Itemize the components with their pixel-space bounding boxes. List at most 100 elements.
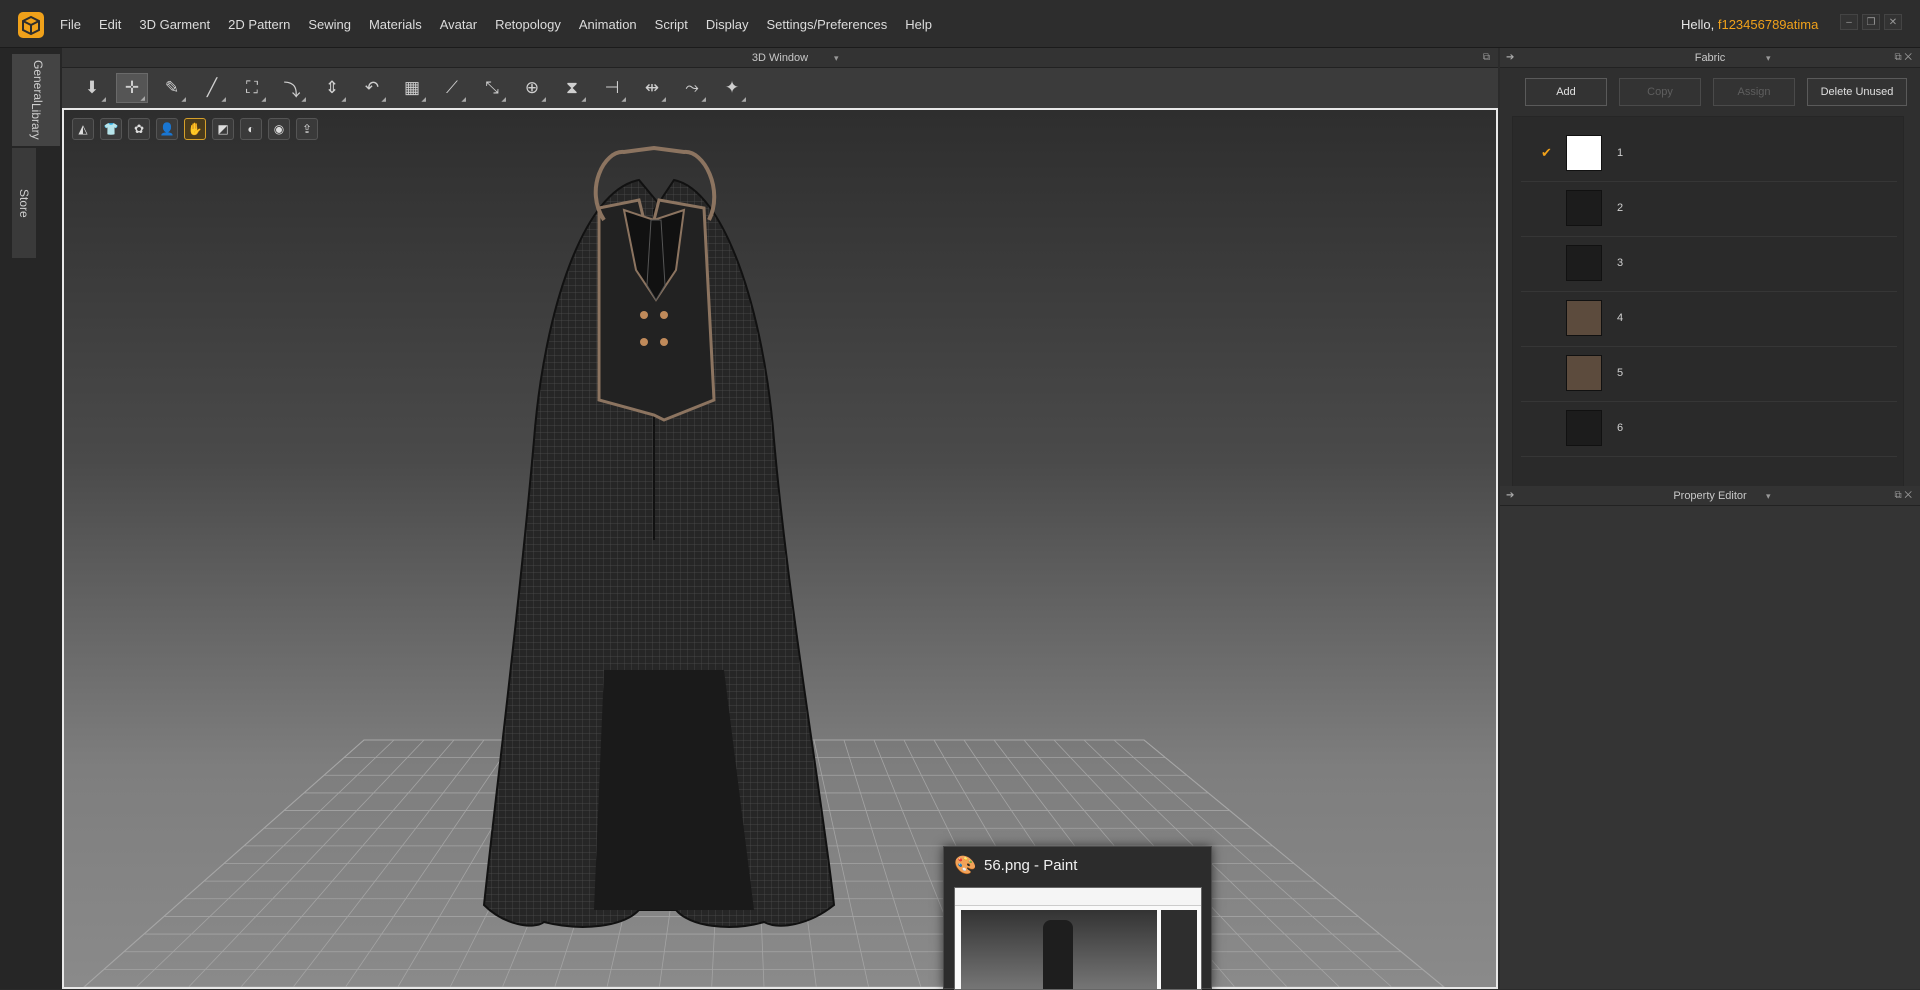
walk-icon[interactable]: ✦ ◢	[716, 73, 748, 103]
close-icon[interactable]: ✕	[1884, 14, 1902, 30]
hand-icon[interactable]: ✋	[184, 118, 206, 140]
fabric-label: 1	[1617, 147, 1624, 159]
fold-icon[interactable]: ↶ ◢	[356, 73, 388, 103]
select-move-icon[interactable]: ✛ ◢	[116, 73, 148, 103]
left-sidebar: General Library Store	[0, 48, 62, 989]
fabric-label: 4	[1617, 312, 1624, 324]
avatar-measure-icon[interactable]: ⇕ ◢	[316, 73, 348, 103]
restore-icon[interactable]: ❐	[1862, 14, 1880, 30]
toolbar-3d: ⬇ ◢ ✛ ◢ ✎ ◢ ╱ ◢ ⛶ ◢ ⤵ ◢ ⇕ ◢ ↶ ◢ ▦ ◢ ⟋ ◢ ⤡ ◢ ⊕ ◢ ⧗ ◢ ⊣ ◢ ⇹ ◢ ⤳ ◢ ✦ ◢	[62, 68, 1498, 108]
garment-vest[interactable]	[593, 145, 717, 422]
garment-show-icon[interactable]: 👕	[100, 118, 122, 140]
garment-fit-icon[interactable]: ⛶ ◢	[236, 73, 268, 103]
menubar: File Edit 3D Garment 2D Pattern Sewing Materi…	[0, 0, 1920, 48]
fabric-label: 3	[1617, 257, 1624, 269]
pin-icon[interactable]: ➔	[1506, 48, 1514, 68]
menu-item-2d-pattern[interactable]: 2D Pattern	[228, 17, 290, 32]
measure-icon[interactable]: ╱ ◢	[196, 73, 228, 103]
tab-library-general[interactable]: General Library	[12, 54, 60, 146]
menu-item-script[interactable]: Script	[655, 17, 688, 32]
property-editor-title: Property Editor	[1673, 490, 1747, 502]
menu-item-materials[interactable]: Materials	[369, 17, 422, 32]
menu-item-animation[interactable]: Animation	[579, 17, 637, 32]
minimize-icon[interactable]: –	[1840, 14, 1858, 30]
fabric-item-2[interactable]: 2	[1521, 182, 1897, 237]
menu-item-file[interactable]: File	[60, 17, 81, 32]
fabric-dropdown-icon[interactable]: ▾	[1766, 48, 1771, 68]
button-icon[interactable]: ⇹ ◢	[636, 73, 668, 103]
property-editor-close-icon[interactable]: ⧉ ✕	[1894, 486, 1912, 506]
texture-toggle-icon[interactable]: ◭	[72, 118, 94, 140]
menu-item-settings-preferences[interactable]: Settings/Preferences	[767, 17, 888, 32]
viewport-toolbar: ◭ 👕 ✿ 👤 ✋ ◩ ◐ ◉ ⇪	[72, 118, 318, 140]
lay-out-icon[interactable]: ⤳ ◢	[676, 73, 708, 103]
sewing-icon[interactable]: ⟋ ◢	[436, 73, 468, 103]
property-editor-body	[1500, 506, 1920, 989]
fabric-item-6[interactable]: 6	[1521, 402, 1897, 457]
fabric-panel-close-icon[interactable]: ⧉ ✕	[1894, 48, 1912, 68]
tab-library[interactable]: Library	[29, 103, 43, 140]
fabric-swatch[interactable]	[1566, 135, 1602, 171]
paint-icon: 🎨	[954, 855, 977, 875]
viewport-3d[interactable]: ◭ 👕 ✿ 👤 ✋ ◩ ◐ ◉ ⇪	[62, 108, 1498, 989]
fabric-list: ✔ 1 2 3 4 5 6	[1512, 116, 1904, 520]
pin-icon[interactable]: ➔	[1506, 486, 1514, 506]
export-icon[interactable]: ⇪	[296, 118, 318, 140]
window-controls: – ❐ ✕	[1840, 14, 1902, 30]
copy-button[interactable]: Copy	[1619, 78, 1701, 106]
tab-store-label: Store	[17, 188, 31, 218]
menu-item-sewing[interactable]: Sewing	[308, 17, 351, 32]
menu-item-display[interactable]: Display	[706, 17, 749, 32]
clo-logo-icon[interactable]	[18, 12, 44, 38]
window-3d-dropdown-icon[interactable]: ▾	[834, 48, 839, 68]
pin-box-icon[interactable]: ⊕ ◢	[516, 73, 548, 103]
profile-view-icon[interactable]: ◐	[240, 118, 262, 140]
menu-item-avatar[interactable]: Avatar	[440, 17, 477, 32]
simulate-icon[interactable]: ⬇ ◢	[76, 73, 108, 103]
avatar-show-icon[interactable]: 👤	[156, 118, 178, 140]
pin-icon[interactable]: ✎ ◢	[156, 73, 188, 103]
fabric-swatch[interactable]	[1566, 245, 1602, 281]
segment-icon[interactable]: ⤡ ◢	[476, 73, 508, 103]
property-editor-header: ➔ Property Editor ▾ ⧉ ✕	[1500, 486, 1920, 506]
fabric-panel-header: ➔ Fabric ▾ ⧉ ✕	[1500, 48, 1920, 68]
tab-general[interactable]: General	[31, 60, 45, 103]
assign-button[interactable]: Assign	[1713, 78, 1795, 106]
fabric-swatch[interactable]	[1566, 355, 1602, 391]
property-dropdown-icon[interactable]: ▾	[1766, 486, 1771, 506]
fabric-label: 2	[1617, 202, 1624, 214]
checkmark-icon: ✔	[1541, 145, 1552, 160]
greeting-text: Hello,	[1681, 17, 1718, 32]
grid-icon[interactable]: ▦ ◢	[396, 73, 428, 103]
cut-icon[interactable]: ⊣ ◢	[596, 73, 628, 103]
add-button[interactable]: Add	[1525, 78, 1607, 106]
fabric-label: 6	[1617, 422, 1624, 434]
main-menu: File Edit 3D Garment 2D Pattern Sewing Materi…	[60, 0, 950, 48]
window-3d-float-icon[interactable]: ⧉	[1483, 48, 1490, 68]
fabric-swatch[interactable]	[1566, 300, 1602, 336]
fabric-view-icon[interactable]: ◩	[212, 118, 234, 140]
menu-item-edit[interactable]: Edit	[99, 17, 121, 32]
fabric-swatch[interactable]	[1566, 190, 1602, 226]
delete-unused-button[interactable]: Delete Unused	[1807, 78, 1907, 106]
zipper-icon[interactable]: ⧗ ◢	[556, 73, 588, 103]
preview-thumbnail	[954, 887, 1202, 990]
fabric-swatch[interactable]	[1566, 410, 1602, 446]
surface-icon[interactable]: ◉	[268, 118, 290, 140]
tab-store[interactable]: Store	[12, 148, 36, 258]
transform-icon[interactable]: ⤵ ◢	[276, 73, 308, 104]
fabric-item-1[interactable]: ✔ 1	[1521, 127, 1897, 182]
fabric-item-5[interactable]: 5	[1521, 347, 1897, 402]
fabric-item-3[interactable]: 3	[1521, 237, 1897, 292]
menu-item-3d-garment[interactable]: 3D Garment	[139, 17, 210, 32]
menu-item-retopology[interactable]: Retopology	[495, 17, 561, 32]
user-greeting: Hello, f123456789atima	[1681, 17, 1818, 32]
paint-title: 56.png - Paint	[984, 857, 1078, 874]
fabric-item-4[interactable]: 4	[1521, 292, 1897, 347]
menu-item-help[interactable]: Help	[905, 17, 932, 32]
rigging-icon[interactable]: ✿	[128, 118, 150, 140]
username[interactable]: f123456789atima	[1718, 17, 1818, 32]
window-3d-header: 3D Window ▾ ⧉	[62, 48, 1498, 68]
scene-canvas	[83, 145, 1445, 987]
taskbar-preview-paint[interactable]: 🎨 56.png - Paint	[943, 846, 1212, 990]
